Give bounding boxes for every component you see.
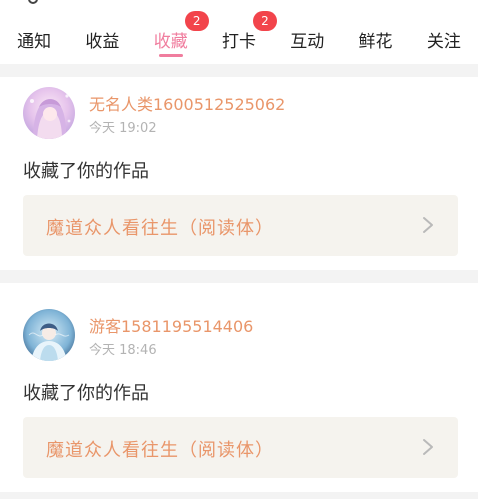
back-icon[interactable]	[28, 0, 38, 4]
tab-following[interactable]: 关注	[410, 14, 478, 64]
tab-label: 打卡	[221, 32, 256, 52]
work-link[interactable]: 魔道众人看往生（阅读体）	[23, 195, 458, 256]
notification-card: 无名人类1600512525062 今天 19:02 收藏了你的作品 魔道众人看…	[0, 87, 478, 277]
tab-underline	[158, 54, 183, 57]
section-divider	[0, 270, 478, 283]
work-link[interactable]: 魔道众人看往生（阅读体）	[23, 417, 458, 478]
action-text: 收藏了你的作品	[23, 383, 149, 404]
tab-label: 通知	[17, 32, 52, 52]
notification-card: 游客1581195514406 今天 18:46 收藏了你的作品 魔道众人看往生…	[0, 309, 478, 499]
username[interactable]: 无名人类1600512525062	[89, 91, 285, 115]
avatar[interactable]	[23, 309, 75, 361]
avatar-image	[23, 87, 75, 139]
tab-label: 收藏	[153, 32, 188, 52]
timestamp: 今天 19:02	[89, 121, 157, 136]
tab-label: 收益	[85, 32, 120, 52]
timestamp: 今天 18:46	[89, 343, 157, 358]
username[interactable]: 游客1581195514406	[89, 313, 253, 337]
tab-notice[interactable]: 通知	[0, 14, 68, 64]
tab-flowers[interactable]: 鲜花	[341, 14, 409, 64]
notifications-page: 通知 收益 收藏 2 打卡 2 互动 鲜花 关注 无名人类16005125250…	[0, 0, 478, 499]
section-divider	[0, 492, 478, 499]
tab-favorites[interactable]: 收藏 2	[137, 11, 209, 64]
work-title: 魔道众人看往生（阅读体）	[46, 218, 274, 239]
tab-label: 关注	[426, 32, 461, 52]
avatar[interactable]	[23, 87, 75, 139]
tab-bar: 通知 收益 收藏 2 打卡 2 互动 鲜花 关注	[0, 11, 478, 64]
action-text: 收藏了你的作品	[23, 161, 149, 182]
avatar-image	[23, 309, 75, 361]
tab-earnings[interactable]: 收益	[68, 14, 136, 64]
tab-label: 鲜花	[358, 32, 393, 52]
tab-label: 互动	[290, 32, 325, 52]
work-title: 魔道众人看往生（阅读体）	[46, 440, 274, 461]
tab-checkin[interactable]: 打卡 2	[205, 11, 277, 64]
status-bar-sliver	[0, 0, 478, 14]
chevron-right-icon	[422, 216, 434, 234]
tab-interaction[interactable]: 互动	[273, 14, 341, 64]
section-divider	[0, 64, 478, 77]
chevron-right-icon	[422, 438, 434, 456]
